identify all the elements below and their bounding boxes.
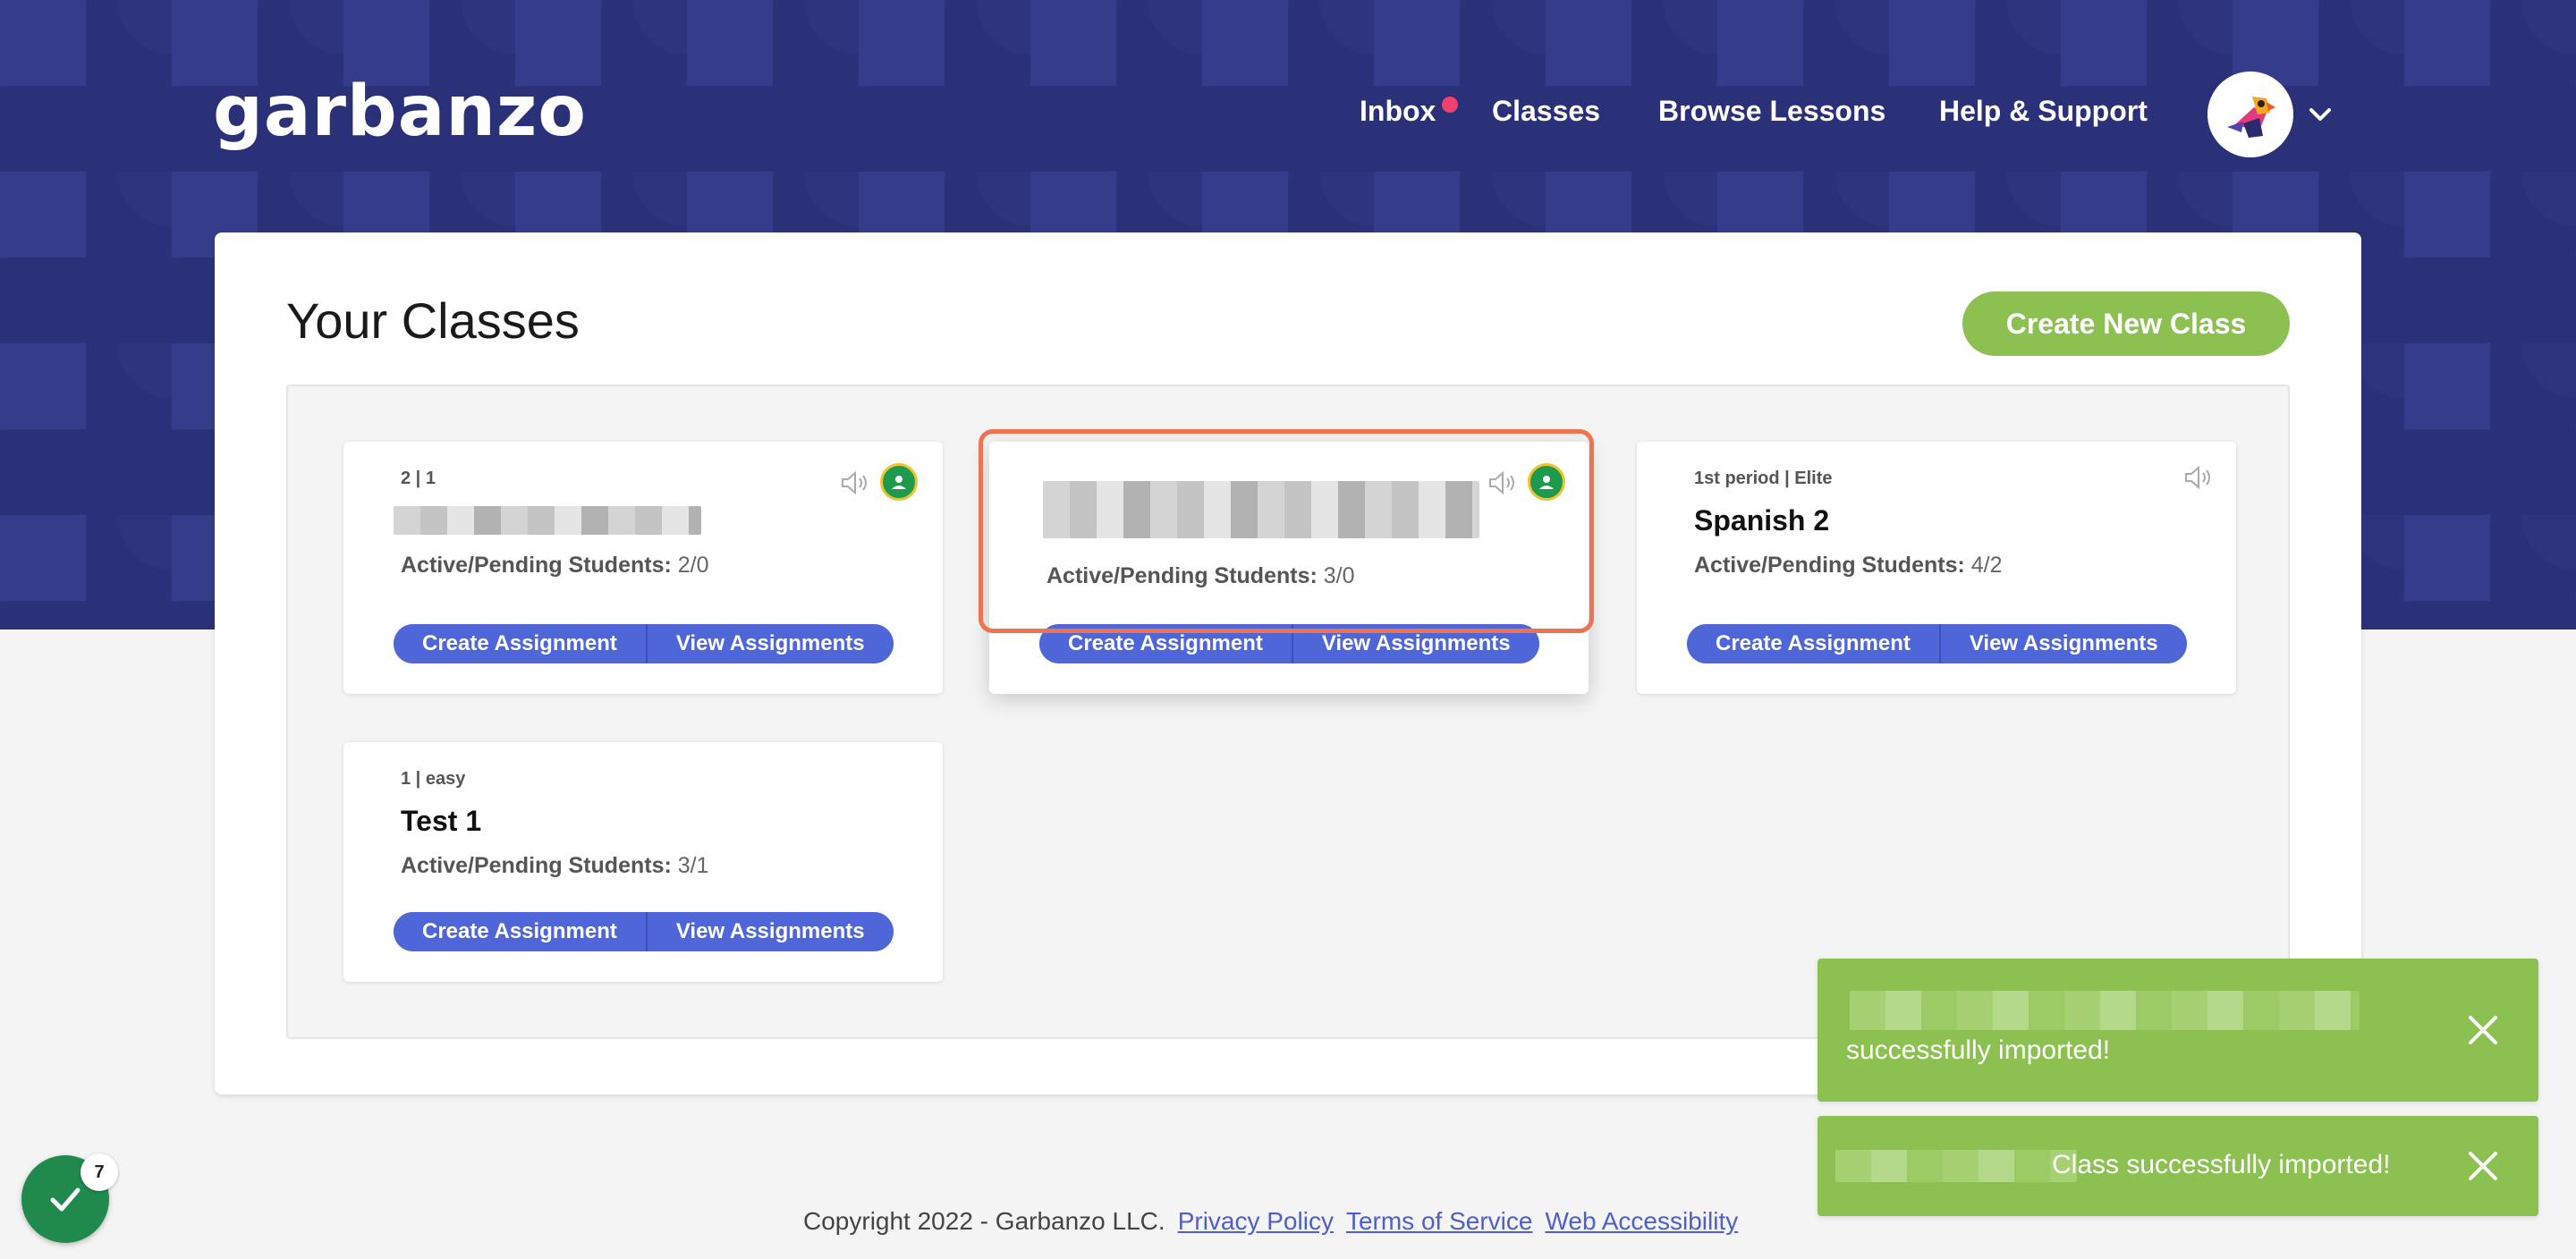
class-card[interactable]: 1 | easy Test 1 Active/Pending Students:… — [343, 742, 943, 982]
copyright-text: Copyright 2022 - Garbanzo LLC. — [803, 1207, 1165, 1235]
progress-count-badge: 7 — [80, 1153, 118, 1191]
redacted-toast-text — [1850, 991, 2360, 1030]
create-assignment-button[interactable]: Create Assignment — [394, 624, 646, 663]
terms-of-service-link[interactable]: Terms of Service — [1346, 1207, 1533, 1236]
create-assignment-button[interactable]: Create Assignment — [394, 912, 646, 951]
nav-inbox[interactable]: Inbox — [1360, 95, 1436, 128]
assignment-button-group: Create Assignment View Assignments — [394, 912, 894, 951]
student-count: Active/Pending Students: 3/1 — [401, 853, 709, 878]
toast-notification: successfully imported! — [1818, 959, 2538, 1102]
speaker-icon[interactable] — [839, 469, 869, 497]
assignment-button-group: Create Assignment View Assignments — [394, 624, 894, 663]
garbanzo-logo[interactable]: garbanzo — [213, 72, 587, 152]
toast-message: successfully imported! — [1846, 1035, 2111, 1065]
class-card[interactable]: Active/Pending Students: 3/0 Create Assi… — [989, 442, 1589, 694]
inbox-notification-dot — [1442, 97, 1458, 113]
web-accessibility-link[interactable]: Web Accessibility — [1545, 1207, 1738, 1236]
toast-message: Class successfully imported! — [2052, 1150, 2391, 1179]
page-title: Your Classes — [286, 292, 580, 349]
student-count: Active/Pending Students: 4/2 — [1694, 553, 2003, 578]
redacted-class-name — [1043, 481, 1479, 538]
chevron-down-icon[interactable] — [2306, 100, 2334, 129]
assignment-button-group: Create Assignment View Assignments — [1039, 624, 1539, 663]
create-assignment-button[interactable]: Create Assignment — [1687, 624, 1939, 663]
close-icon[interactable] — [2463, 1146, 2503, 1186]
class-meta: 2 | 1 — [401, 469, 436, 488]
parrot-avatar-icon — [2207, 72, 2293, 157]
view-assignments-button[interactable]: View Assignments — [645, 912, 894, 951]
create-new-class-button[interactable]: Create New Class — [1962, 292, 2290, 356]
class-meta: 1st period | Elite — [1694, 469, 1833, 488]
speaker-icon[interactable] — [1487, 469, 1517, 497]
student-count: Active/Pending Students: 2/0 — [401, 553, 709, 578]
create-assignment-button[interactable]: Create Assignment — [1039, 624, 1292, 663]
class-card[interactable]: 1st period | Elite Spanish 2 Active/Pend… — [1637, 442, 2236, 694]
nav-help-support[interactable]: Help & Support — [1939, 95, 2148, 128]
privacy-policy-link[interactable]: Privacy Policy — [1178, 1207, 1334, 1236]
nav-classes[interactable]: Classes — [1492, 95, 1600, 128]
toast-notification: Class successfully imported! — [1818, 1116, 2538, 1216]
speaker-icon[interactable] — [2182, 463, 2213, 492]
google-classroom-icon — [880, 463, 918, 501]
class-card[interactable]: 2 | 1 Active/Pending Students: 2/0 Creat… — [343, 442, 943, 694]
view-assignments-button[interactable]: View Assignments — [1938, 624, 2187, 663]
redacted-toast-text — [1835, 1150, 2077, 1182]
google-classroom-icon — [1528, 463, 1565, 501]
redacted-class-name — [394, 506, 701, 535]
nav-browse-lessons[interactable]: Browse Lessons — [1658, 95, 1885, 128]
close-icon[interactable] — [2463, 1010, 2503, 1050]
assignment-button-group: Create Assignment View Assignments — [1687, 624, 2187, 663]
class-name: Test 1 — [401, 805, 482, 837]
view-assignments-button[interactable]: View Assignments — [1291, 624, 1539, 663]
user-avatar[interactable] — [2207, 72, 2293, 157]
class-name: Spanish 2 — [1694, 504, 1830, 537]
checkmark-icon — [50, 1187, 80, 1212]
class-meta: 1 | easy — [401, 769, 466, 789]
view-assignments-button[interactable]: View Assignments — [645, 624, 894, 663]
student-count: Active/Pending Students: 3/0 — [1046, 563, 1355, 588]
